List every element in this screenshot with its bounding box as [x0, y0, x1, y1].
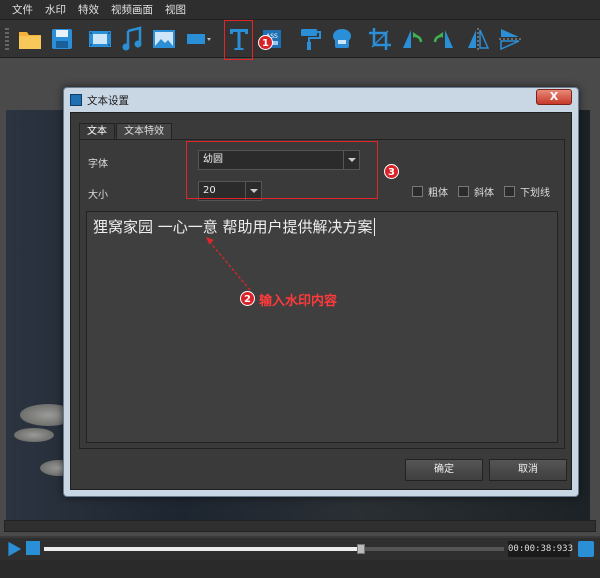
cancel-button[interactable]: 取消 — [489, 459, 567, 481]
mosaic-icon[interactable] — [328, 25, 356, 53]
toolbar: ASS — [0, 20, 600, 58]
rotate-left-icon[interactable] — [398, 25, 426, 53]
dialog-title: 文本设置 — [87, 94, 129, 107]
stop-icon[interactable] — [26, 541, 40, 555]
rectangle-icon[interactable] — [184, 25, 212, 53]
timeline-playhead[interactable] — [357, 544, 366, 554]
bold-checkbox-box[interactable] — [412, 186, 423, 197]
highlight-font-settings — [186, 141, 378, 199]
status-bar — [0, 560, 600, 578]
text-caret: ​ — [373, 218, 375, 236]
menu-bar: 文件 水印 特效 视频画面 视图 — [0, 0, 600, 20]
timeline-bar: 00:00:38:933 — [0, 538, 600, 560]
menu-view[interactable]: 视图 — [159, 0, 192, 20]
annotation-badge-3: 3 — [384, 164, 399, 179]
highlight-text-tool — [224, 20, 253, 60]
timeline-progress — [44, 547, 362, 551]
preview-stone-stool — [14, 428, 54, 442]
font-label: 字体 — [88, 159, 108, 170]
menu-effects[interactable]: 特效 — [72, 0, 105, 20]
annotation-badge-1: 1 — [258, 35, 273, 50]
play-icon[interactable] — [8, 541, 22, 557]
close-button[interactable]: X — [536, 89, 572, 105]
export-icon[interactable] — [578, 541, 594, 557]
italic-label: 斜体 — [474, 188, 494, 199]
timeline-track[interactable] — [44, 544, 504, 554]
tab-text-effects[interactable]: 文本特效 — [116, 123, 172, 139]
flip-horizontal-icon[interactable] — [464, 25, 492, 53]
flip-vertical-icon[interactable] — [496, 25, 524, 53]
bold-label: 粗体 — [428, 188, 448, 199]
rotate-right-icon[interactable] — [430, 25, 458, 53]
film-icon[interactable] — [86, 25, 114, 53]
size-label: 大小 — [88, 190, 108, 201]
crop-icon[interactable] — [366, 25, 394, 53]
dialog-app-icon — [70, 94, 82, 106]
text-content-input[interactable]: 狸窝家园 一心一意 帮助用户提供解决方案​ — [86, 211, 558, 443]
annotation-callout: 输入水印内容 — [259, 294, 338, 309]
italic-checkbox[interactable]: 斜体 — [458, 184, 494, 199]
underline-label: 下划线 — [520, 188, 550, 199]
bold-checkbox[interactable]: 粗体 — [412, 184, 448, 199]
paint-roller-icon[interactable] — [296, 25, 324, 53]
annotation-badge-2: 2 — [240, 291, 255, 306]
underline-checkbox[interactable]: 下划线 — [504, 184, 550, 199]
ok-button[interactable]: 确定 — [405, 459, 483, 481]
save-icon[interactable] — [48, 25, 76, 53]
tab-bar: 文本 文本特效 — [79, 123, 173, 139]
menu-video-frame[interactable]: 视频画面 — [105, 0, 159, 20]
underline-checkbox-box[interactable] — [504, 186, 515, 197]
toolbar-grip[interactable] — [5, 28, 9, 50]
tab-text[interactable]: 文本 — [79, 123, 115, 139]
folder-icon[interactable] — [16, 25, 44, 53]
menu-watermark[interactable]: 水印 — [39, 0, 72, 20]
app-window: 文件 水印 特效 视频画面 视图 ASS 00:00:38:933 文本设置 X… — [0, 0, 600, 578]
dialog-titlebar[interactable]: 文本设置 — [64, 88, 578, 112]
menu-file[interactable]: 文件 — [6, 0, 39, 20]
image-icon[interactable] — [150, 25, 178, 53]
timecode-display: 00:00:38:933 — [508, 541, 573, 557]
horizontal-scrollbar[interactable] — [4, 520, 596, 532]
music-icon[interactable] — [118, 25, 146, 53]
italic-checkbox-box[interactable] — [458, 186, 469, 197]
